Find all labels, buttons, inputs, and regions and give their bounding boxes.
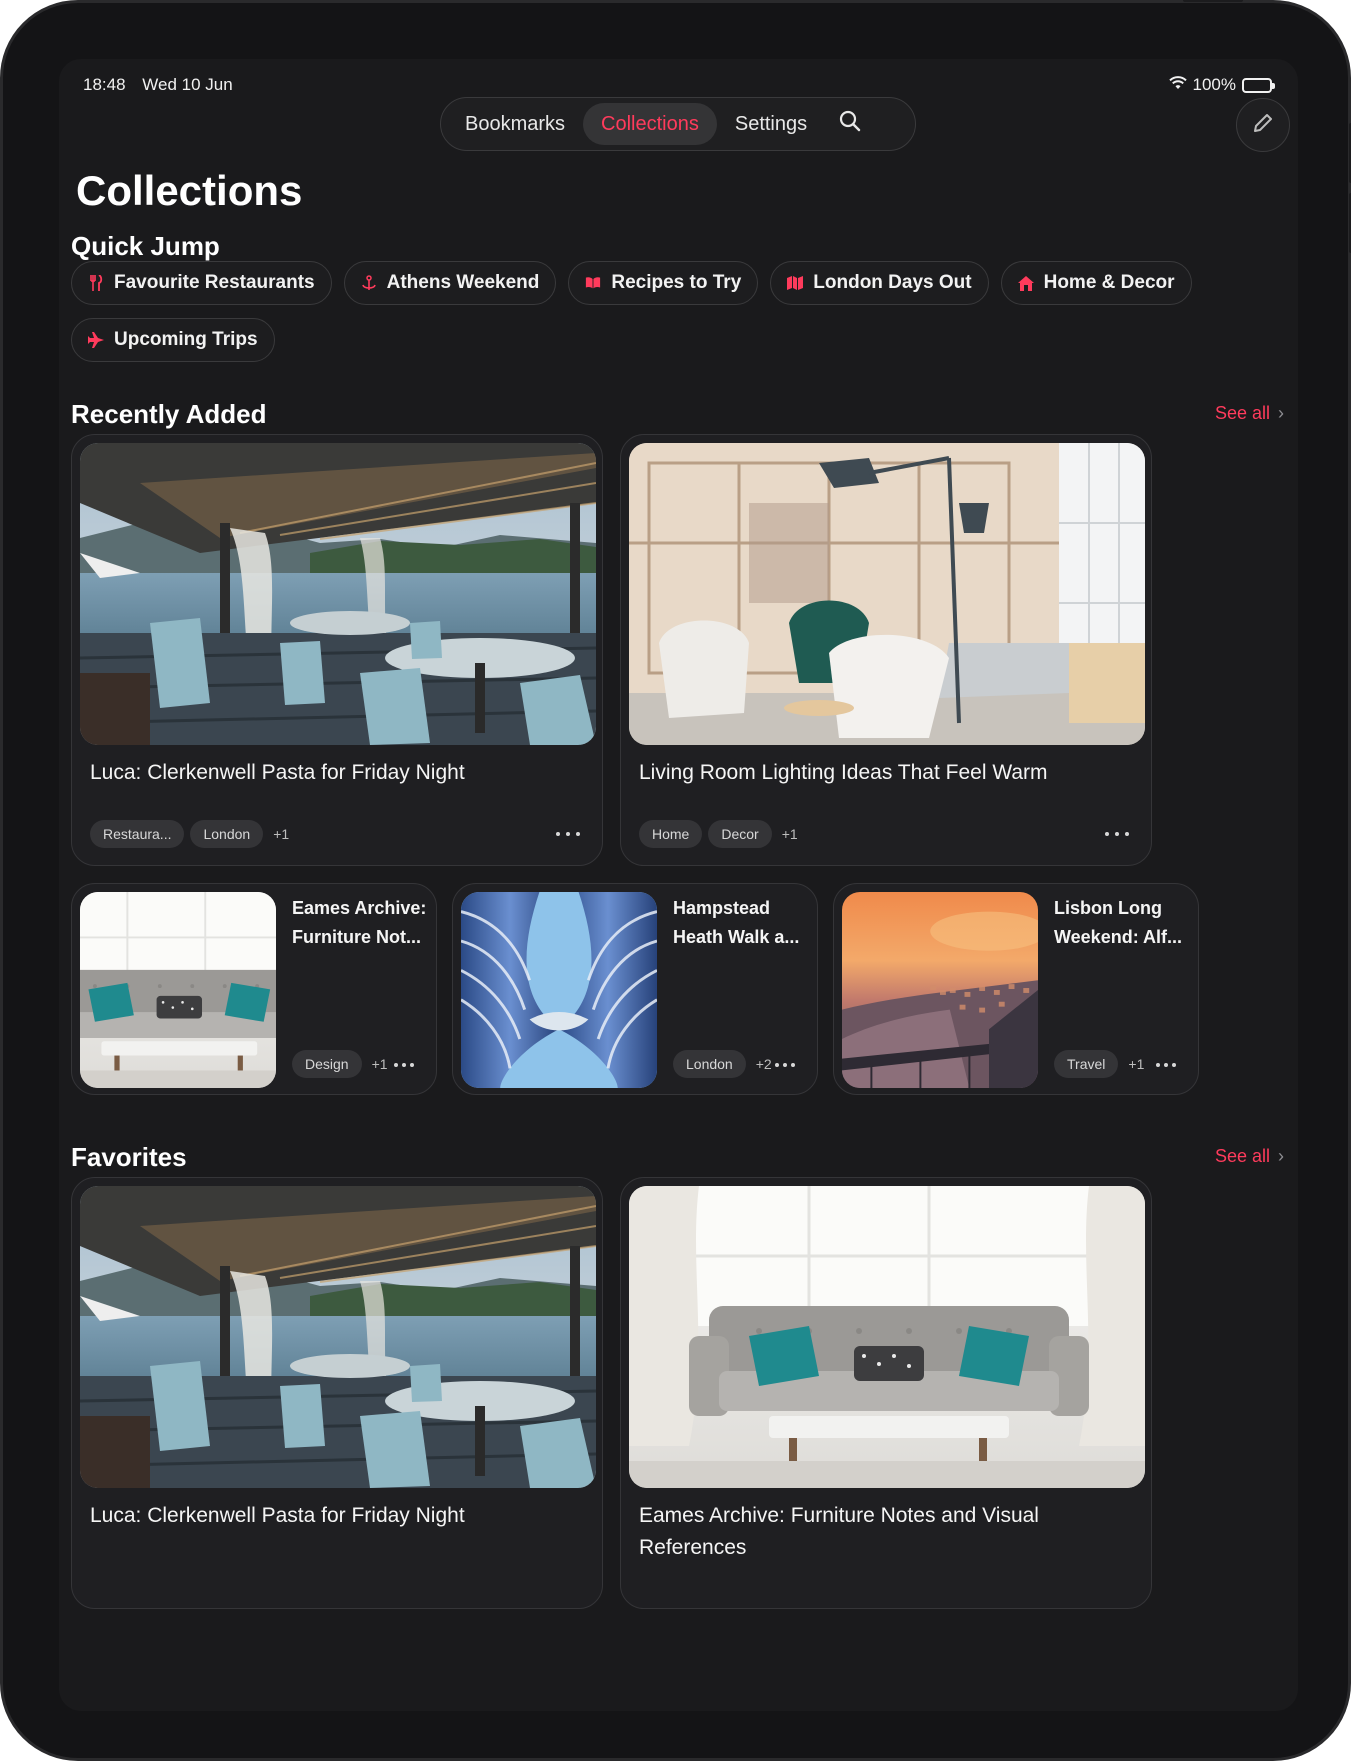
card-image-sunset-city bbox=[842, 892, 1038, 1088]
chip-label: Recipes to Try bbox=[611, 272, 742, 293]
see-all-label: See all bbox=[1214, 403, 1270, 423]
quick-jump-title: Quick Jump bbox=[71, 231, 220, 261]
chip-favourite-restaurants[interactable]: Favourite Restaurants bbox=[71, 261, 332, 305]
map-icon bbox=[787, 275, 804, 291]
card-title: Lisbon Long Weekend: Alf... bbox=[1054, 894, 1182, 952]
chip-label: Upcoming Trips bbox=[114, 329, 258, 350]
more-tags-count: +2 bbox=[755, 1056, 772, 1072]
favorite-card[interactable]: Luca: Clerkenwell Pasta for Friday Night bbox=[71, 1177, 603, 1609]
chip-home-decor[interactable]: Home & Decor bbox=[1000, 261, 1192, 305]
chip-label: Favourite Restaurants bbox=[114, 272, 315, 293]
card-tags: Design +1 bbox=[292, 1050, 388, 1078]
more-options-icon[interactable] bbox=[775, 1061, 795, 1069]
recent-card-small[interactable]: Lisbon Long Weekend: Alf... Travel +1 bbox=[833, 883, 1199, 1095]
tag[interactable]: London bbox=[190, 820, 264, 848]
card-tags: London +2 bbox=[673, 1050, 772, 1078]
more-options-icon[interactable] bbox=[1105, 830, 1129, 838]
tag[interactable]: Restaura... bbox=[90, 820, 185, 848]
recently-added-title: Recently Added bbox=[71, 399, 267, 429]
card-image-sofa bbox=[629, 1186, 1145, 1488]
page-title: Collections bbox=[76, 167, 303, 214]
chevron-right-icon: › bbox=[1278, 1146, 1284, 1166]
top-navigation: Bookmarks Collections Settings bbox=[440, 97, 916, 151]
more-options-icon[interactable] bbox=[394, 1061, 414, 1069]
more-tags-count: +1 bbox=[371, 1056, 388, 1072]
card-title-line: Heath Walk a... bbox=[673, 927, 800, 947]
card-title: Living Room Lighting Ideas That Feel War… bbox=[639, 761, 1048, 784]
card-image-restaurant bbox=[80, 443, 596, 745]
edit-button[interactable] bbox=[1236, 98, 1290, 152]
tag[interactable]: Home bbox=[639, 820, 703, 848]
quick-jump-chips: Favourite Restaurants Athens Weekend Rec… bbox=[71, 261, 1211, 362]
chip-label: London Days Out bbox=[813, 272, 972, 293]
card-title-line: Furniture Not... bbox=[292, 927, 421, 947]
favorites-see-all[interactable]: See all › bbox=[1215, 1146, 1284, 1167]
card-title: Eames Archive: Furniture Notes and Visua… bbox=[639, 1504, 1039, 1559]
chip-athens-weekend[interactable]: Athens Weekend bbox=[343, 261, 557, 305]
card-title-line: Eames Archive: bbox=[292, 898, 427, 918]
status-date: Wed 10 Jun bbox=[142, 75, 233, 94]
card-tags: Home Decor +1 bbox=[639, 820, 798, 848]
screen: 18:48 Wed 10 Jun 100% Bookmarks Collecti… bbox=[59, 59, 1298, 1711]
card-image-building bbox=[461, 892, 657, 1088]
favorite-card[interactable]: Eames Archive: Furniture Notes and Visua… bbox=[620, 1177, 1152, 1609]
card-tags: Travel +1 bbox=[1054, 1050, 1144, 1078]
card-image-sofa bbox=[80, 892, 276, 1088]
tag[interactable]: Decor bbox=[708, 820, 772, 848]
anchor-icon bbox=[361, 275, 377, 291]
tag[interactable]: London bbox=[673, 1050, 746, 1078]
tab-settings[interactable]: Settings bbox=[717, 103, 825, 145]
tab-collections[interactable]: Collections bbox=[583, 103, 717, 145]
card-title: Luca: Clerkenwell Pasta for Friday Night bbox=[90, 1504, 465, 1527]
favorites-title: Favorites bbox=[71, 1142, 187, 1172]
card-title-line: Lisbon Long bbox=[1054, 898, 1162, 918]
tab-bookmarks[interactable]: Bookmarks bbox=[447, 103, 583, 145]
card-title: Eames Archive: Furniture Not... bbox=[292, 894, 426, 952]
search-button[interactable] bbox=[825, 103, 875, 145]
battery-percent: 100% bbox=[1192, 75, 1236, 94]
chip-label: Athens Weekend bbox=[386, 272, 540, 293]
more-options-icon[interactable] bbox=[556, 830, 580, 838]
recently-added-see-all[interactable]: See all › bbox=[1215, 403, 1284, 424]
more-tags-count: +1 bbox=[781, 826, 798, 842]
chip-upcoming-trips[interactable]: Upcoming Trips bbox=[71, 318, 275, 362]
more-tags-count: +1 bbox=[273, 826, 290, 842]
card-tags: Restaura... London +1 bbox=[90, 820, 289, 848]
card-image-living-room bbox=[629, 443, 1145, 745]
tablet-frame: 18:48 Wed 10 Jun 100% Bookmarks Collecti… bbox=[0, 0, 1351, 1761]
more-options-icon[interactable] bbox=[1156, 1061, 1176, 1069]
card-title: Hampstead Heath Walk a... bbox=[673, 894, 799, 952]
pencil-icon bbox=[1251, 111, 1275, 140]
recent-card-large[interactable]: Luca: Clerkenwell Pasta for Friday Night… bbox=[71, 434, 603, 866]
power-button bbox=[1183, 0, 1243, 2]
chevron-right-icon: › bbox=[1278, 403, 1284, 423]
recent-card-small[interactable]: Eames Archive: Furniture Not... Design +… bbox=[71, 883, 437, 1095]
status-bar: 18:48 Wed 10 Jun 100% bbox=[83, 71, 1275, 99]
chip-label: Home & Decor bbox=[1043, 272, 1175, 293]
recent-card-small[interactable]: Hampstead Heath Walk a... London +2 bbox=[452, 883, 818, 1095]
house-icon bbox=[1017, 275, 1034, 291]
fork-knife-icon bbox=[88, 275, 104, 291]
battery-icon bbox=[1242, 77, 1275, 93]
open-book-icon bbox=[585, 275, 601, 291]
see-all-label: See all bbox=[1214, 1146, 1270, 1166]
tag[interactable]: Travel bbox=[1054, 1050, 1119, 1078]
search-icon bbox=[839, 110, 861, 138]
card-image-restaurant bbox=[80, 1186, 596, 1488]
chip-london-days-out[interactable]: London Days Out bbox=[770, 261, 989, 305]
recent-card-large[interactable]: Living Room Lighting Ideas That Feel War… bbox=[620, 434, 1152, 866]
status-time: 18:48 bbox=[83, 75, 126, 94]
card-title: Luca: Clerkenwell Pasta for Friday Night bbox=[90, 761, 465, 784]
wifi-icon bbox=[1168, 75, 1187, 95]
airplane-icon bbox=[88, 332, 104, 348]
tag[interactable]: Design bbox=[292, 1050, 362, 1078]
chip-recipes-to-try[interactable]: Recipes to Try bbox=[568, 261, 759, 305]
card-title-line: Weekend: Alf... bbox=[1054, 927, 1183, 947]
more-tags-count: +1 bbox=[1128, 1056, 1145, 1072]
card-title-line: Hampstead bbox=[673, 898, 771, 918]
